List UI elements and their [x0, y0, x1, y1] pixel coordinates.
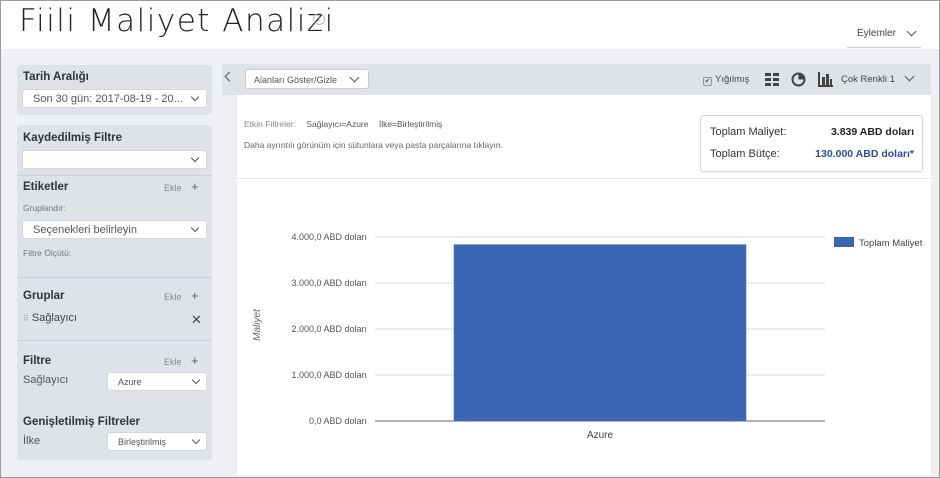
summary-box: Toplam Maliyet: 3.839 ABD doları Toplam … — [700, 115, 923, 172]
active-filter-chip[interactable]: İlke=Birleştirilmiş — [379, 119, 443, 129]
table-icon[interactable] — [765, 73, 779, 86]
active-filters: Etkin Filtreler: Sağlayıcı=Azure İlke=Bi… — [244, 119, 442, 129]
color-mode-label: Çok Renkli 1 — [841, 74, 895, 85]
tags-add-label[interactable]: Ekle — [164, 183, 182, 193]
divider — [17, 175, 212, 176]
page-header: Fiili Maliyet Analizi i Eylemler — [1, 1, 939, 49]
legend-swatch — [834, 237, 854, 247]
filter-add-icon[interactable]: + — [191, 353, 199, 368]
y-tick-label: 3.000,0 ABD doları — [291, 278, 367, 288]
saved-filter-select[interactable] — [22, 150, 207, 169]
date-range-select[interactable]: Son 30 gün: 2017-08-19 - 20... — [22, 89, 207, 108]
bar[interactable] — [453, 244, 747, 421]
groups-add-icon[interactable]: + — [191, 288, 199, 303]
chevron-down-icon — [190, 92, 200, 102]
x-tick-label: Azure — [587, 430, 614, 441]
hint-text: Daha ayrıntılı görünüm için sütunlara ve… — [244, 140, 503, 150]
cost-bar-chart: 0,0 ABD doları 1.000,0 ABD doları 2.000,0 … — [252, 232, 923, 441]
show-hide-fields-button[interactable]: Alanları Göster/Gizle — [245, 69, 369, 89]
filter-label: Filtre — [23, 355, 52, 367]
info-icon[interactable]: i — [313, 13, 325, 25]
date-range-panel: Tarih Aralığı Son 30 gün: 2017-08-19 - 2… — [17, 65, 212, 115]
divider — [237, 178, 931, 179]
total-budget-label: Toplam Bütçe: — [710, 148, 780, 160]
extended-filters-panel: Genişletilmiş Filtreler İlke Birleştiril… — [17, 408, 212, 460]
filter-criteria-label: Filtre Ölçütü: — [23, 248, 72, 258]
stacked-label: Yığılmış — [715, 74, 750, 85]
tags-select[interactable]: Seçenekleri belirleyin — [22, 220, 207, 239]
extended-filter-select[interactable]: Birleştirilmiş — [107, 432, 207, 451]
filter-add-label[interactable]: Ekle — [164, 357, 182, 367]
remove-group-icon[interactable]: ✕ — [191, 312, 202, 328]
stacked-toggle[interactable]: ✔ Yığılmış — [703, 74, 749, 86]
date-range-label: Tarih Aralığı — [23, 71, 89, 83]
active-filters-label: Etkin Filtreler: — [244, 119, 296, 129]
actions-dropdown[interactable]: Eylemler — [847, 18, 921, 48]
actions-label: Eylemler — [857, 28, 896, 39]
page-title: Fiili Maliyet Analizi — [19, 3, 335, 39]
group-by-label: Gruplandır: — [23, 203, 66, 213]
filter-field-label: Sağlayıcı — [23, 374, 69, 386]
tags-label: Etiketler — [23, 181, 69, 193]
y-tick-label: 1.000,0 ABD doları — [291, 370, 367, 380]
group-item-label: Sağlayıcı — [31, 312, 78, 324]
chevron-down-icon — [906, 26, 917, 37]
group-item[interactable]: ⠿ Sağlayıcı — [23, 312, 77, 324]
total-cost-label: Toplam Maliyet: — [710, 126, 787, 138]
chevron-down-icon — [191, 375, 201, 385]
color-mode-dropdown[interactable]: Çok Renkli 1 — [841, 74, 895, 85]
extended-filter-field: İlke — [23, 435, 41, 447]
collapse-sidebar-icon[interactable] — [224, 71, 235, 82]
chart-toolbar: Alanları Göster/Gizle ✔ Yığılmış Çok Renk… — [222, 64, 931, 95]
groups-add-label[interactable]: Ekle — [164, 292, 182, 302]
active-filter-chip[interactable]: Sağlayıcı=Azure — [306, 119, 368, 129]
extended-filter-value: Birleştirilmiş — [118, 437, 166, 447]
chevron-down-icon — [349, 72, 360, 83]
legend-label: Toplam Maliyet — [859, 238, 923, 249]
chart-legend[interactable]: Toplam Maliyet — [834, 237, 923, 249]
extended-filters-label: Genişletilmiş Filtreler — [23, 416, 140, 428]
y-tick-label: 0,0 ABD doları — [309, 416, 367, 426]
bar-chart-icon[interactable] — [818, 72, 833, 87]
chevron-down-icon — [190, 223, 200, 233]
saved-filter-label: Kaydedilmiş Filtre — [23, 132, 123, 144]
filter-value: Azure — [118, 377, 142, 387]
date-range-value: Son 30 gün: 2017-08-19 - 20... — [33, 93, 183, 105]
y-tick-label: 2.000,0 ABD doları — [291, 324, 367, 334]
chevron-down-icon — [190, 153, 200, 163]
show-hide-fields-label: Alanları Göster/Gizle — [254, 75, 338, 85]
chevron-down-icon — [191, 435, 201, 445]
tags-add-icon[interactable]: + — [191, 179, 199, 194]
total-budget-value[interactable]: 130.000 ABD doları* — [815, 148, 914, 160]
tags-select-placeholder: Seçenekleri belirleyin — [33, 224, 137, 236]
pie-chart-icon[interactable] — [791, 72, 806, 87]
drag-handle-icon[interactable]: ⠿ — [23, 314, 29, 323]
divider — [17, 340, 212, 341]
filter-value-select[interactable]: Azure — [107, 372, 207, 391]
groups-label: Gruplar — [23, 290, 65, 302]
y-tick-label: 4.000,0 ABD doları — [291, 232, 367, 242]
divider — [17, 277, 212, 278]
y-axis-label: Maliyet — [252, 308, 263, 341]
checkbox-icon[interactable]: ✔ — [703, 77, 712, 86]
chevron-down-icon[interactable] — [904, 71, 915, 82]
chart-bars — [453, 244, 747, 421]
total-cost-value: 3.839 ABD doları — [830, 126, 914, 138]
